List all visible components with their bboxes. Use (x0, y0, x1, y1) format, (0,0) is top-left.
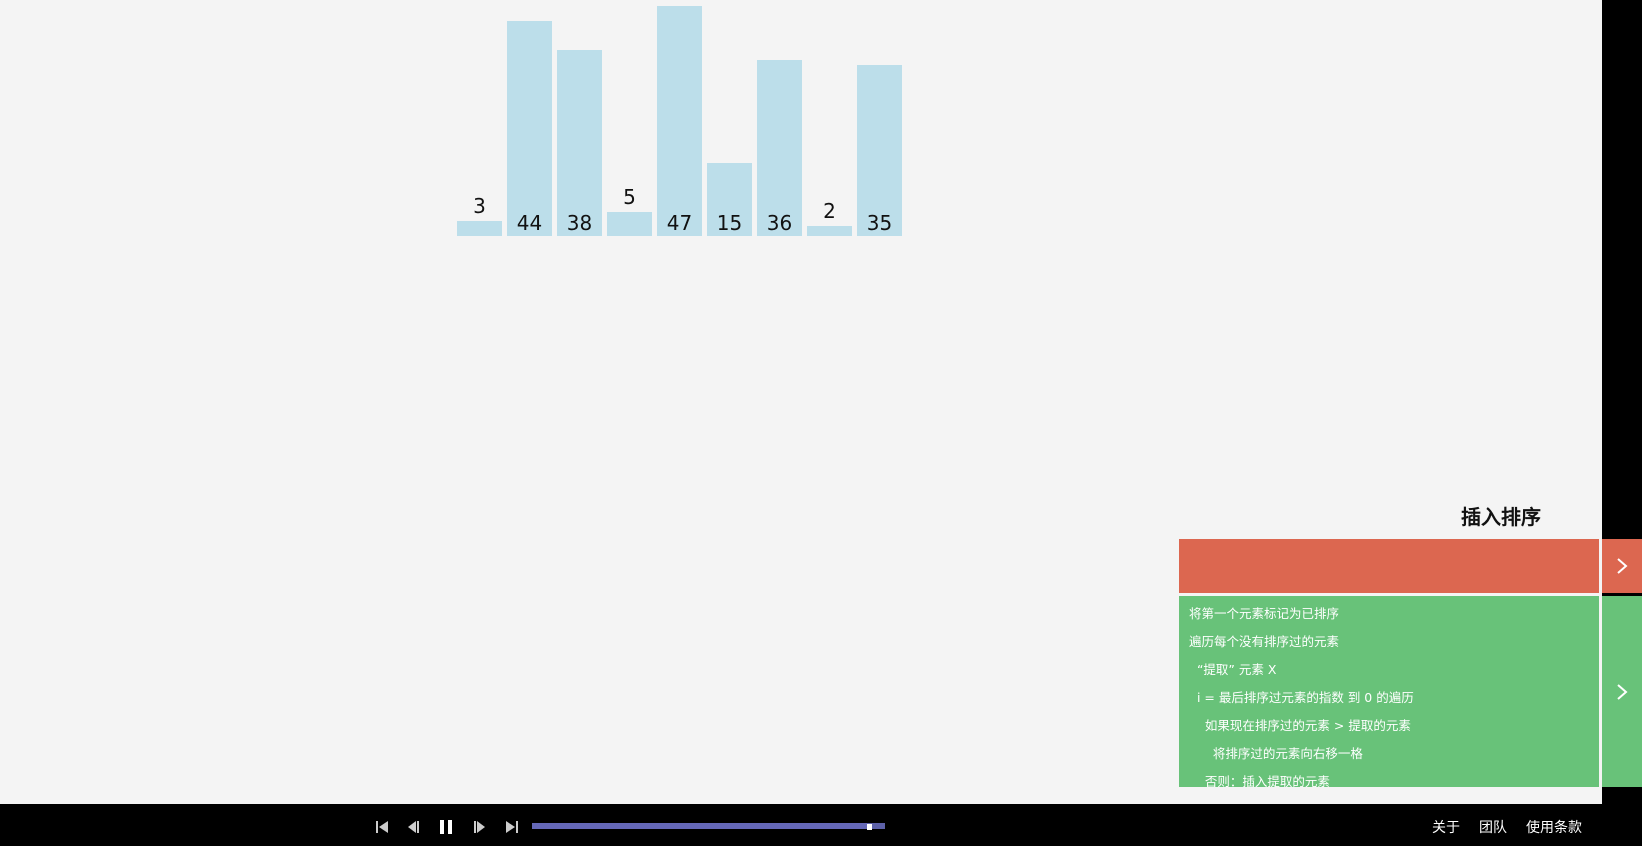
pseudocode-panel-toggle[interactable] (1602, 596, 1642, 787)
bar (757, 59, 802, 236)
chevron-right-icon (1617, 683, 1628, 700)
step-back-button[interactable] (401, 815, 425, 839)
pause-button[interactable] (434, 815, 458, 839)
skip-to-start-icon (376, 821, 388, 833)
team-link[interactable]: 团队 (1479, 817, 1507, 837)
status-panel-toggle[interactable] (1602, 539, 1642, 593)
progress-thumb[interactable] (867, 824, 873, 830)
bar-value-label: 35 (866, 211, 893, 235)
code-line: 将第一个元素标记为已排序 (1189, 606, 1340, 621)
bar-value-label: 36 (766, 211, 793, 235)
pseudocode-panel: 将第一个元素标记为已排序 遍历每个没有排序过的元素 “提取” 元素 X i = … (1179, 596, 1599, 787)
bar-value-label: 3 (473, 194, 486, 219)
bar-value-label: 2 (823, 199, 836, 224)
bar (807, 226, 852, 236)
chevron-right-icon (1617, 558, 1628, 574)
bar-value-label: 38 (566, 211, 593, 235)
bar-value-label: 44 (516, 211, 543, 235)
status-panel (1179, 539, 1599, 593)
skip-to-start-button[interactable] (370, 815, 394, 839)
bar (557, 50, 602, 236)
bar-chart: 3 44 38 5 47 15 36 2 35 (0, 0, 1000, 240)
code-line: 将排序过的元素向右移一格 (1189, 746, 1363, 761)
step-forward-icon (474, 821, 485, 833)
code-line: “提取” 元素 X (1189, 662, 1277, 677)
about-link[interactable]: 关于 (1432, 817, 1460, 837)
bar (507, 20, 552, 236)
skip-to-end-icon (506, 821, 518, 833)
bar (607, 211, 652, 236)
code-line: 否则：插入提取的元素 (1189, 774, 1330, 787)
bar-value-label: 15 (716, 211, 743, 235)
step-forward-button[interactable] (468, 815, 492, 839)
skip-to-end-button[interactable] (500, 815, 524, 839)
code-line: 遍历每个没有排序过的元素 (1189, 634, 1340, 649)
terms-link[interactable]: 使用条款 (1526, 817, 1582, 837)
bar-value-label: 47 (666, 211, 693, 235)
progress-fill (532, 823, 868, 829)
bar-value-label: 5 (623, 184, 636, 209)
code-line: 如果现在排序过的元素 > 提取的元素 (1189, 718, 1411, 733)
algorithm-title: 插入排序 (1461, 505, 1541, 529)
step-back-icon (408, 821, 419, 833)
pause-icon (440, 820, 452, 834)
code-line: i = 最后排序过元素的指数 到 0 的遍历 (1189, 690, 1414, 705)
bar (457, 221, 502, 236)
visualization-canvas: 3 44 38 5 47 15 36 2 35 插入排序 将第一个元素标记为已排序 遍历每个没有… (0, 0, 1602, 804)
bar (657, 6, 702, 236)
